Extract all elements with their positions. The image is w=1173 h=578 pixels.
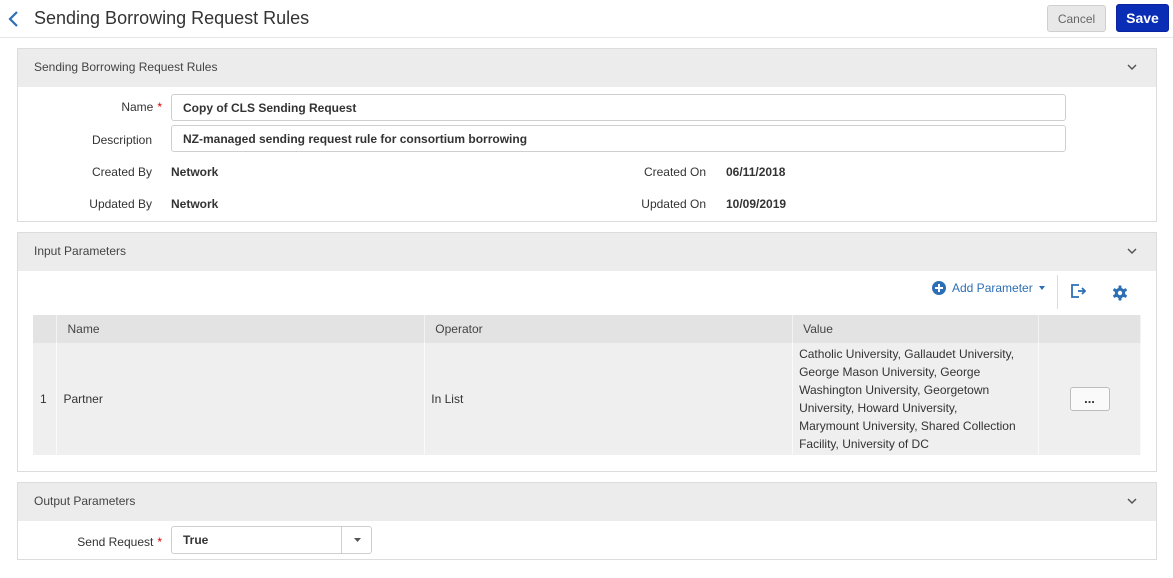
row-name: Partner [56,343,426,455]
save-button[interactable]: Save [1116,4,1169,32]
required-marker: * [157,100,162,114]
back-button[interactable] [4,8,24,30]
gear-icon[interactable] [1112,285,1128,301]
caret-down-icon [354,538,361,542]
send-request-value: True [183,533,209,547]
panel-title: Sending Borrowing Request Rules [34,60,218,74]
row-actions-button[interactable]: ... [1069,387,1110,411]
row-operator: In List [424,343,794,455]
chevron-down-icon[interactable] [1126,62,1138,72]
toolbar-divider [1057,275,1058,309]
output-panel-header[interactable]: Output Parameters [18,483,1156,521]
row-actions: ... [1038,343,1141,455]
send-request-label: Send Request * [77,535,162,549]
page-header: Sending Borrowing Request Rules Cancel S… [0,0,1173,38]
column-header-name: Name [56,315,426,343]
column-header-value: Value [792,315,1039,343]
chevron-down-icon[interactable] [1126,246,1138,256]
table-row: 1 Partner In List Catholic University, G… [33,343,1141,455]
chevron-down-icon[interactable] [1126,496,1138,506]
name-label: Name * [121,100,162,114]
caret-down-icon [1038,286,1045,290]
add-parameter-label: Add Parameter [952,281,1033,295]
index-column-header [33,315,58,343]
actions-column-header [1038,315,1141,343]
input-parameters-panel: Input Parameters Add Parameter Name Oper… [17,232,1157,472]
rules-panel: Sending Borrowing Request Rules Name* De… [17,48,1157,222]
description-input[interactable] [171,125,1066,152]
row-value: Catholic University, Gallaudet Universit… [792,343,1039,455]
created-on-label: Created On [643,165,706,179]
column-header-operator: Operator [424,315,794,343]
updated-by-value: Network [171,197,219,211]
created-by-value: Network [171,165,219,179]
export-icon[interactable] [1070,284,1086,298]
input-panel-header[interactable]: Input Parameters [18,233,1156,271]
panel-title: Input Parameters [34,244,127,258]
name-input[interactable] [171,94,1066,121]
panel-title: Output Parameters [34,494,136,508]
description-label: Description [91,133,152,147]
required-marker: * [157,535,162,549]
row-index: 1 [33,343,58,455]
output-parameters-panel: Output Parameters Send Request * True [17,482,1157,560]
rules-panel-header[interactable]: Sending Borrowing Request Rules [18,49,1156,87]
created-on-value: 06/11/2018 [726,165,786,179]
updated-by-label: Updated By [89,197,152,211]
table-header-row: Name Operator Value [33,315,1141,343]
page-title: Sending Borrowing Request Rules [34,8,310,28]
updated-on-label: Updated On [641,197,706,211]
add-parameter-button[interactable]: Add Parameter [932,281,1045,295]
created-by-label: Created By [91,165,152,179]
plus-circle-icon [932,281,946,295]
select-divider [341,527,342,553]
chevron-left-icon [8,11,18,27]
cancel-button[interactable]: Cancel [1047,5,1106,32]
parameters-table: Name Operator Value 1 Partner In List Ca… [33,315,1141,455]
send-request-select[interactable]: True [171,526,372,554]
updated-on-value: 10/09/2019 [726,197,787,211]
